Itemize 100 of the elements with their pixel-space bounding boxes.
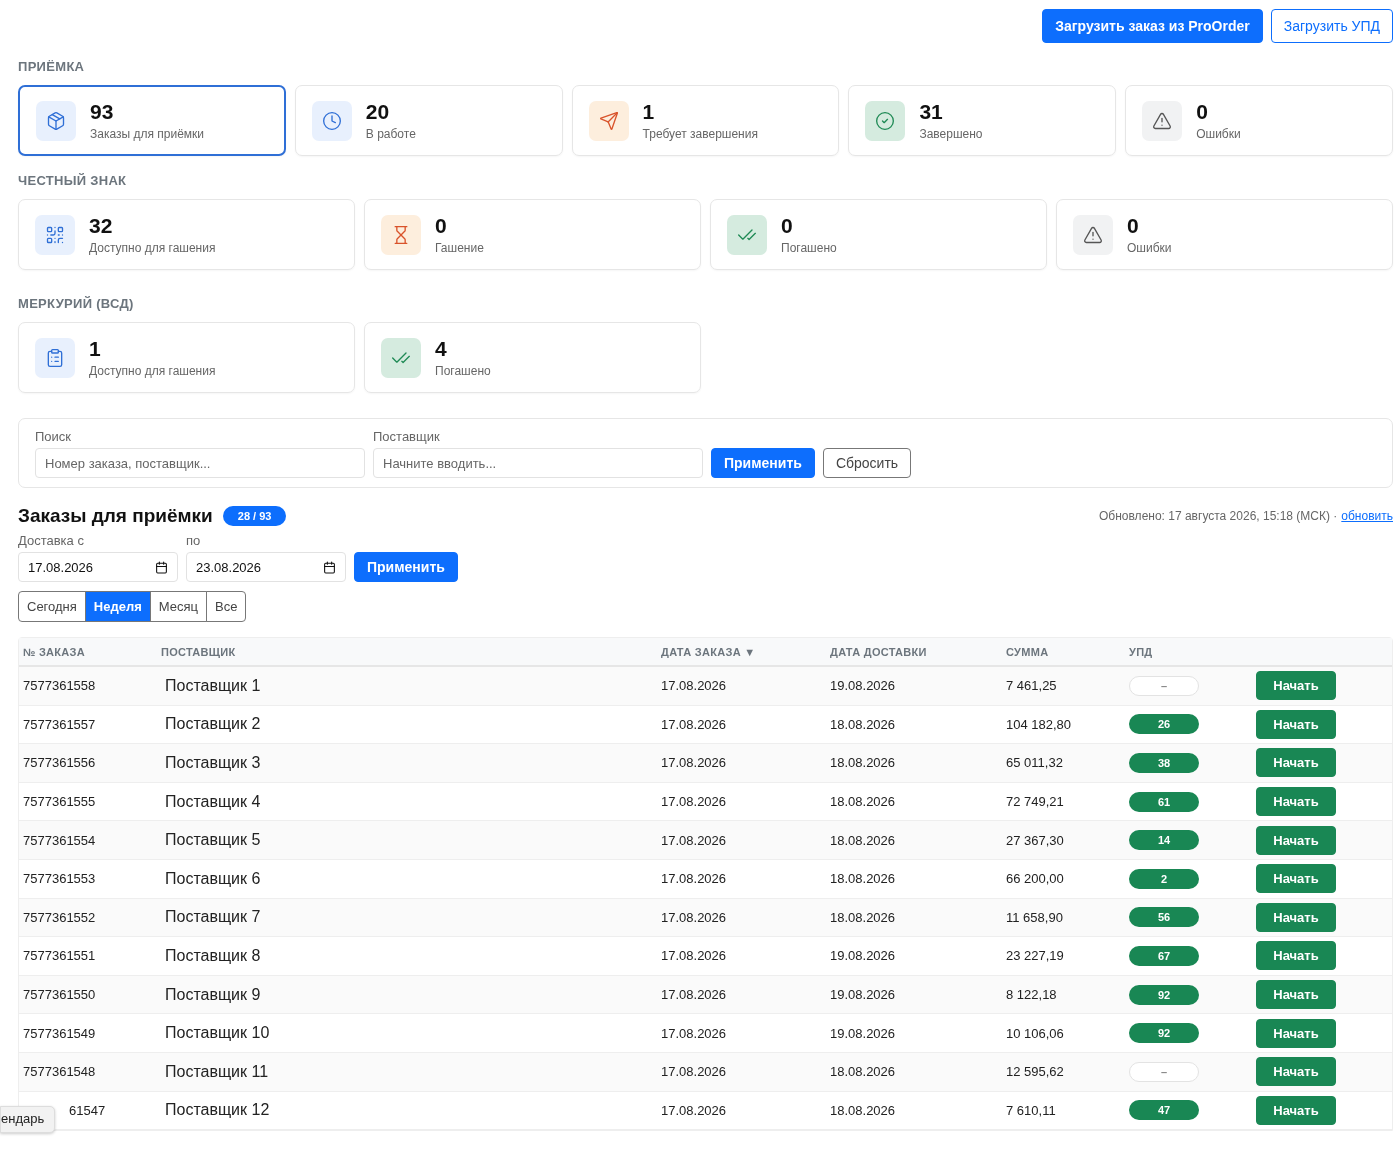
stat-card[interactable]: 31 Завершено: [848, 85, 1117, 156]
supplier-name: Поставщик 8: [164, 946, 262, 965]
column-header[interactable]: ДАТА ЗАКАЗА ▼: [661, 645, 830, 658]
start-button[interactable]: Начать: [1256, 1057, 1336, 1087]
stat-label: Ошибки: [1196, 127, 1241, 141]
order-date: 17.08.2026: [661, 1064, 728, 1080]
order-sum: 65 011,32: [1006, 755, 1064, 771]
delivery-date: 19.08.2026: [830, 987, 897, 1003]
stat-label: Требует завершения: [642, 127, 758, 141]
column-header: ДАТА ДОСТАВКИ: [830, 645, 928, 658]
upd-count-badge: 26: [1129, 714, 1199, 735]
stat-value: 0: [1127, 214, 1140, 238]
stat-card[interactable]: 1 Требует завершения: [571, 85, 840, 156]
stat-card[interactable]: 32 Доступно для гашения: [18, 199, 355, 270]
clock-icon: [311, 100, 352, 141]
double-check-icon: [727, 214, 767, 255]
upd-empty-badge: –: [1129, 1061, 1199, 1082]
column-header: СУММА: [1006, 645, 1050, 658]
order-date: 17.08.2026: [661, 794, 728, 810]
stat-label: Погашено: [435, 364, 491, 378]
stat-label: Доступно для гашения: [89, 241, 216, 255]
start-button[interactable]: Начать: [1256, 709, 1336, 739]
upd-count-badge: 92: [1129, 984, 1199, 1005]
start-button[interactable]: Начать: [1256, 941, 1336, 971]
delivery-date: 18.08.2026: [830, 794, 897, 810]
upd-count-badge: 38: [1129, 753, 1199, 773]
period-tab[interactable]: Неделя: [84, 591, 151, 622]
start-button[interactable]: Начать: [1256, 748, 1336, 778]
delivery-date: 19.08.2026: [830, 678, 897, 694]
order-date: 17.08.2026: [661, 716, 728, 732]
field-label: Поиск: [35, 429, 73, 444]
qr-code-icon: [35, 214, 75, 255]
order-sum: 10 106,06: [1006, 1025, 1065, 1041]
supplier-field[interactable]: Начните вводить...: [373, 448, 703, 478]
apply-button[interactable]: Применить: [354, 552, 458, 582]
period-tab[interactable]: Все: [206, 591, 247, 622]
stat-value: 4: [435, 337, 448, 361]
stat-value: 0: [1196, 100, 1209, 124]
order-sum: 11 658,90: [1006, 909, 1064, 925]
supplier-name: Поставщик 9: [164, 985, 262, 1004]
start-button[interactable]: Начать: [1256, 980, 1336, 1010]
start-button[interactable]: Начать: [1256, 671, 1336, 701]
period-tab[interactable]: Месяц: [149, 591, 207, 622]
supplier-name: Поставщик 5: [164, 831, 262, 850]
stat-card[interactable]: 93 Заказы для приёмки: [18, 85, 286, 156]
order-number: 7577361555: [23, 794, 97, 810]
load-upd-button[interactable]: Загрузить УПД: [1270, 9, 1393, 43]
calendar-icon[interactable]: [323, 560, 336, 574]
stat-card[interactable]: 4 Погашено: [364, 322, 701, 393]
delivery-date: 18.08.2026: [830, 1102, 897, 1118]
order-sum: 12 595,62: [1006, 1064, 1065, 1080]
order-date: 17.08.2026: [661, 987, 728, 1003]
reset-button[interactable]: Сбросить: [822, 448, 912, 478]
order-date: 17.08.2026: [661, 832, 728, 848]
start-button[interactable]: Начать: [1256, 864, 1336, 894]
stat-label: Погашено: [781, 241, 837, 255]
load-order-button[interactable]: Загрузить заказ из ProOrder: [1042, 9, 1263, 43]
search-field[interactable]: Номер заказа, поставщик...: [35, 448, 365, 478]
start-button[interactable]: Начать: [1256, 787, 1336, 817]
stat-value: 93: [90, 100, 115, 124]
order-number: 7577361552: [23, 909, 97, 925]
start-button[interactable]: Начать: [1256, 902, 1336, 932]
delivery-date: 18.08.2026: [830, 909, 897, 925]
stat-card[interactable]: 1 Доступно для гашения: [18, 322, 355, 393]
delivery-date: 18.08.2026: [830, 871, 897, 887]
column-header: УПД: [1129, 645, 1154, 658]
stat-card[interactable]: 0 Ошибки: [1125, 85, 1393, 156]
order-number: 7577361557: [23, 716, 97, 732]
order-number: 7577361551: [23, 948, 97, 964]
start-button[interactable]: Начать: [1256, 825, 1336, 855]
date-field[interactable]: 17.08.2026: [18, 552, 178, 582]
refresh-link[interactable]: обновить: [1341, 509, 1393, 523]
period-tab[interactable]: Сегодня: [18, 591, 86, 622]
order-date: 17.08.2026: [661, 948, 728, 964]
stat-value: 1: [642, 100, 656, 124]
delivery-date: 18.08.2026: [830, 716, 897, 732]
calendar-icon[interactable]: [155, 560, 168, 574]
stat-card[interactable]: 0 Погашено: [710, 199, 1047, 270]
supplier-name: Поставщик 11: [164, 1062, 270, 1081]
apply-button[interactable]: Применить: [711, 448, 815, 478]
delivery-date: 19.08.2026: [830, 1025, 897, 1041]
upd-count-badge: 47: [1129, 1100, 1199, 1121]
section-title: ПРИЁМКА: [18, 59, 86, 74]
stat-value: 0: [435, 214, 448, 238]
stat-label: В работе: [365, 127, 416, 141]
date-field[interactable]: 23.08.2026: [186, 552, 346, 582]
order-number: 7577361556: [23, 755, 97, 771]
start-button[interactable]: Начать: [1256, 1095, 1336, 1125]
start-button[interactable]: Начать: [1256, 1018, 1336, 1048]
supplier-name: Поставщик 7: [164, 908, 262, 927]
stat-value: 31: [919, 100, 944, 124]
stat-card[interactable]: 20 В работе: [294, 85, 563, 156]
order-number: 7577361548: [23, 1064, 97, 1080]
order-sum: 72 749,21: [1006, 794, 1065, 810]
stat-card[interactable]: 0 Ошибки: [1056, 199, 1393, 270]
supplier-name: Поставщик 6: [164, 869, 262, 888]
order-date: 17.08.2026: [661, 1025, 728, 1041]
stat-card[interactable]: 0 Гашение: [364, 199, 701, 270]
upd-count-badge: 14: [1129, 830, 1199, 851]
stat-value: 20: [365, 100, 391, 124]
